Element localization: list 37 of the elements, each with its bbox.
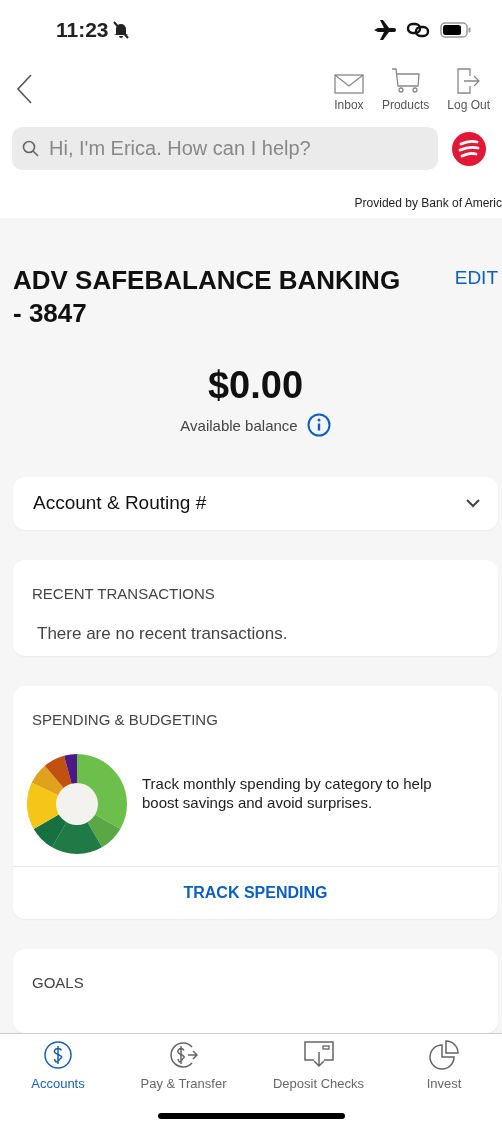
transfer-icon <box>167 1040 200 1070</box>
pie-chart-icon <box>429 1040 459 1070</box>
back-chevron-icon <box>16 74 32 104</box>
balance-label: Available balance <box>180 416 298 434</box>
header-action-button[interactable]: Products <box>381 68 430 118</box>
airplane-icon <box>374 20 396 40</box>
info-icon[interactable] <box>306 413 331 437</box>
muted-bell-icon <box>112 21 129 39</box>
battery-icon <box>440 22 472 38</box>
routing-dropdown[interactable]: Account & Routing # <box>13 477 498 530</box>
header-action-button[interactable]: Inbox <box>333 74 364 118</box>
clock-time: 11:23 <box>56 18 109 42</box>
account-title: ADV SAFEBALANCE BANKING - 3847 <box>13 264 402 330</box>
section-heading: RECENT TRANSACTIONS <box>32 584 215 602</box>
link-icon <box>406 21 430 39</box>
chevron-icon <box>466 498 480 508</box>
balance-amount: $0.00 <box>206 364 305 407</box>
nav-tab[interactable]: Invest <box>386 1034 502 1100</box>
search-field[interactable]: Hi, I'm Erica. How can I help? <box>12 127 438 170</box>
track-spending-button[interactable]: TRACK SPENDING <box>183 867 328 920</box>
nav-tab[interactable]: Accounts <box>0 1034 116 1100</box>
logout-icon <box>456 68 481 94</box>
section-heading: GOALS <box>32 974 84 992</box>
assistant-logo-icon[interactable] <box>452 131 486 166</box>
check-deposit-icon <box>302 1040 335 1070</box>
section-heading: SPENDING & BUDGETING <box>32 711 218 729</box>
cart-icon <box>390 68 421 94</box>
nav-tab[interactable]: Pay & Transfer <box>116 1034 251 1100</box>
nav-tab[interactable]: Deposit Checks <box>251 1034 386 1100</box>
search-icon <box>22 140 39 157</box>
edit-link[interactable]: EDIT <box>454 267 498 289</box>
dollar-circle-icon <box>43 1040 73 1070</box>
empty-message: There are no recent transactions. <box>37 623 288 643</box>
header-action-button[interactable]: Log Out <box>447 68 490 118</box>
envelope-icon <box>333 74 364 94</box>
spending-description: Track monthly spending by category to help boost savings and avoid surprises. <box>142 774 433 813</box>
provider-note: Provided by Bank of Americ <box>354 196 502 210</box>
